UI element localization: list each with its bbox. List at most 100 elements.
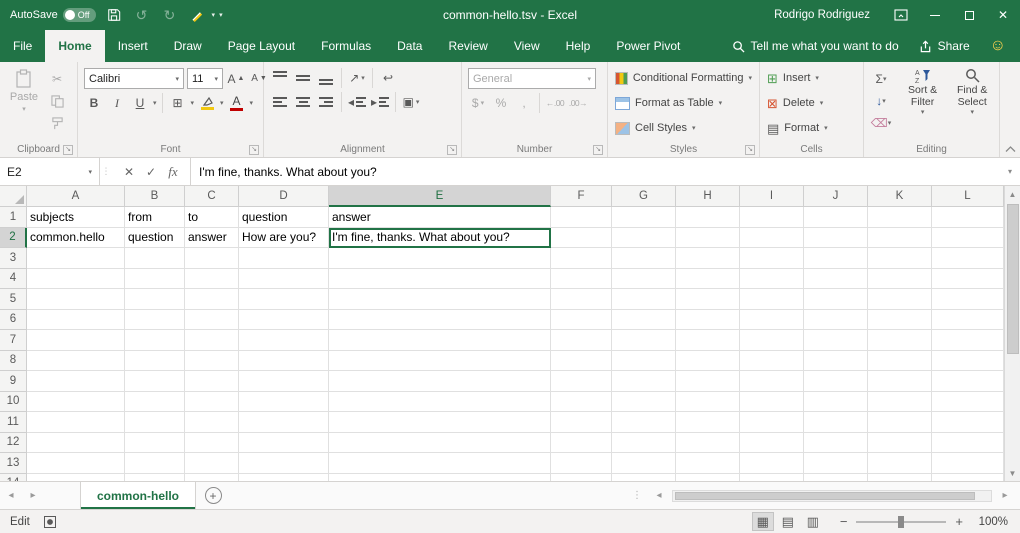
cell-G2[interactable] (612, 228, 676, 249)
column-header-K[interactable]: K (868, 186, 932, 207)
cell-H5[interactable] (676, 289, 740, 310)
cell-L13[interactable] (932, 453, 1004, 474)
cell-H1[interactable] (676, 207, 740, 228)
fill-button[interactable]: ↓▾ (870, 92, 892, 110)
confirm-entry-icon[interactable]: ✓ (142, 165, 160, 179)
cell-E4[interactable] (329, 269, 551, 290)
cell-I9[interactable] (740, 371, 804, 392)
insert-function-icon[interactable]: fx (164, 164, 182, 180)
wrap-text-icon[interactable]: ↩ (378, 68, 398, 88)
cell-I10[interactable] (740, 392, 804, 413)
cell-I3[interactable] (740, 248, 804, 269)
insert-cells-button[interactable]: ⊞ Insert ▾ (762, 66, 861, 91)
cancel-entry-icon[interactable]: ✕ (120, 165, 138, 179)
increase-font-size-button[interactable]: A▲ (226, 69, 246, 89)
cell-B10[interactable] (125, 392, 185, 413)
cell-F7[interactable] (551, 330, 612, 351)
font-dialog-launcher-icon[interactable]: ↘ (249, 145, 259, 155)
cell-K9[interactable] (868, 371, 932, 392)
ribbon-tab-power-pivot[interactable]: Power Pivot (603, 30, 693, 62)
cell-H7[interactable] (676, 330, 740, 351)
sheet-tab-common-hello[interactable]: common-hello (80, 482, 196, 509)
cell-H2[interactable] (676, 228, 740, 249)
cell-F3[interactable] (551, 248, 612, 269)
cell-B2[interactable]: question (125, 228, 185, 249)
cell-E8[interactable] (329, 351, 551, 372)
cell-I13[interactable] (740, 453, 804, 474)
cell-J8[interactable] (804, 351, 868, 372)
currency-format-button[interactable]: $▾ (468, 93, 488, 113)
cell-G6[interactable] (612, 310, 676, 331)
cell-L10[interactable] (932, 392, 1004, 413)
format-cells-button[interactable]: ▤ Format ▾ (762, 116, 861, 141)
cell-I12[interactable] (740, 433, 804, 454)
align-left-icon[interactable] (270, 92, 290, 112)
scroll-left-icon[interactable]: ◂ (648, 490, 670, 501)
cell-L6[interactable] (932, 310, 1004, 331)
cell-D14[interactable] (239, 474, 329, 482)
cell-B7[interactable] (125, 330, 185, 351)
ribbon-tab-file[interactable]: File (0, 30, 45, 62)
cell-B9[interactable] (125, 371, 185, 392)
decrease-decimal-icon[interactable]: .00→ (568, 93, 588, 113)
increase-decimal-icon[interactable]: ←.00 (545, 93, 565, 113)
cell-C8[interactable] (185, 351, 239, 372)
cell-D8[interactable] (239, 351, 329, 372)
ribbon-tab-formulas[interactable]: Formulas (308, 30, 384, 62)
cell-C13[interactable] (185, 453, 239, 474)
cell-D13[interactable] (239, 453, 329, 474)
cell-H9[interactable] (676, 371, 740, 392)
orientation-icon[interactable]: ↗▾ (347, 68, 367, 88)
ribbon-tab-page-layout[interactable]: Page Layout (215, 30, 308, 62)
column-header-E[interactable]: E (329, 186, 551, 207)
horizontal-scroll-track[interactable] (672, 490, 992, 502)
clear-button[interactable]: ⌫▾ (870, 114, 892, 132)
row-header-8[interactable]: 8 (0, 351, 27, 372)
cell-B3[interactable] (125, 248, 185, 269)
maximize-button[interactable] (952, 0, 986, 30)
top-align-icon[interactable] (270, 68, 290, 88)
row-header-10[interactable]: 10 (0, 392, 27, 413)
cell-B5[interactable] (125, 289, 185, 310)
cell-E5[interactable] (329, 289, 551, 310)
next-sheet-icon[interactable]: ▸ (22, 482, 44, 509)
column-header-B[interactable]: B (125, 186, 185, 207)
cell-C9[interactable] (185, 371, 239, 392)
tab-splitter-handle[interactable]: ⋮ (632, 490, 642, 501)
cell-J7[interactable] (804, 330, 868, 351)
italic-button[interactable]: I (107, 93, 127, 113)
cell-A1[interactable]: subjects (27, 207, 125, 228)
cell-E7[interactable] (329, 330, 551, 351)
cell-K8[interactable] (868, 351, 932, 372)
cell-G12[interactable] (612, 433, 676, 454)
cell-B6[interactable] (125, 310, 185, 331)
autosave-toggle[interactable]: AutoSave Off (10, 8, 96, 22)
underline-dropdown-icon[interactable]: ▾ (153, 99, 157, 107)
zoom-out-button[interactable]: − (840, 514, 848, 529)
cell-D7[interactable] (239, 330, 329, 351)
cell-F4[interactable] (551, 269, 612, 290)
cell-G7[interactable] (612, 330, 676, 351)
cell-F10[interactable] (551, 392, 612, 413)
cell-J3[interactable] (804, 248, 868, 269)
scroll-right-icon[interactable]: ▸ (994, 490, 1016, 501)
vertical-scrollbar[interactable]: ▲ ▼ (1004, 186, 1020, 481)
cell-L7[interactable] (932, 330, 1004, 351)
cell-D10[interactable] (239, 392, 329, 413)
cell-H14[interactable] (676, 474, 740, 482)
cell-J9[interactable] (804, 371, 868, 392)
cell-K6[interactable] (868, 310, 932, 331)
cell-F11[interactable] (551, 412, 612, 433)
cell-K13[interactable] (868, 453, 932, 474)
cell-F8[interactable] (551, 351, 612, 372)
new-sheet-button[interactable]: + (196, 482, 230, 509)
vertical-scroll-thumb[interactable] (1007, 204, 1019, 354)
format-as-table-button[interactable]: Format as Table ▾ (610, 91, 757, 116)
increase-indent-icon[interactable]: ▸ (370, 92, 390, 112)
cell-I7[interactable] (740, 330, 804, 351)
comma-format-button[interactable]: , (514, 93, 534, 113)
copy-icon[interactable] (46, 92, 68, 110)
ribbon-tab-review[interactable]: Review (435, 30, 500, 62)
column-header-C[interactable]: C (185, 186, 239, 207)
cell-E13[interactable] (329, 453, 551, 474)
